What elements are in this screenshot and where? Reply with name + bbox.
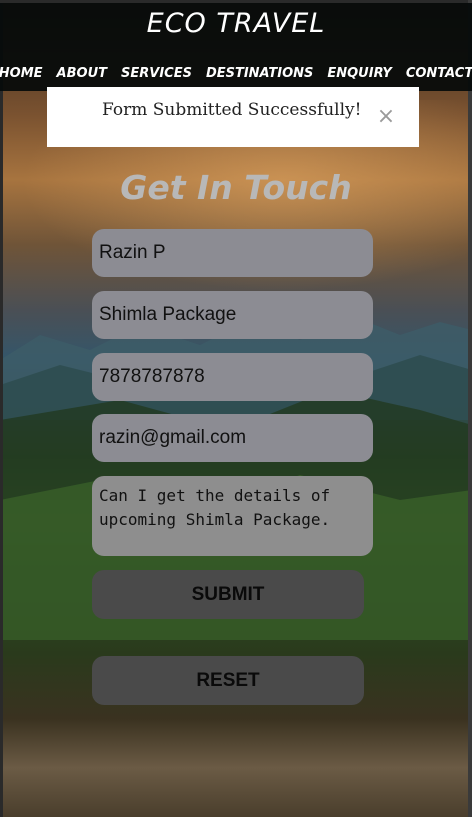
email-field[interactable]: razin@gmail.com xyxy=(92,414,373,462)
nav-contact[interactable]: CONTACT xyxy=(399,66,472,81)
nav-enquiry[interactable]: ENQUIRY xyxy=(320,66,398,81)
reset-button[interactable]: RESET xyxy=(92,656,364,705)
form-heading: Get In Touch xyxy=(120,168,352,207)
package-field[interactable]: Shimla Package xyxy=(92,291,373,339)
window-frame-right xyxy=(468,0,472,817)
nav-home[interactable]: HOME xyxy=(0,66,50,81)
nav-destinations[interactable]: DESTINATIONS xyxy=(199,66,320,81)
nav-about[interactable]: ABOUT xyxy=(50,66,114,81)
alert-message: Form Submitted Successfully! xyxy=(102,100,362,120)
page: ECO TRAVEL HOME ABOUT SERVICES DESTINATI… xyxy=(0,0,472,817)
window-frame-left xyxy=(0,0,3,817)
success-alert: Form Submitted Successfully! × xyxy=(47,87,419,147)
message-textarea[interactable]: Can I get the details of upcoming Shimla… xyxy=(92,476,373,556)
brand-title: ECO TRAVEL xyxy=(146,8,326,39)
main-nav: HOME ABOUT SERVICES DESTINATIONS ENQUIRY… xyxy=(0,66,472,81)
close-icon[interactable]: × xyxy=(373,103,399,129)
site-header: ECO TRAVEL HOME ABOUT SERVICES DESTINATI… xyxy=(0,3,472,91)
submit-button[interactable]: SUBMIT xyxy=(92,570,364,619)
phone-field[interactable]: 7878787878 xyxy=(92,353,373,401)
nav-services[interactable]: SERVICES xyxy=(114,66,199,81)
name-field[interactable]: Razin P xyxy=(92,229,373,277)
